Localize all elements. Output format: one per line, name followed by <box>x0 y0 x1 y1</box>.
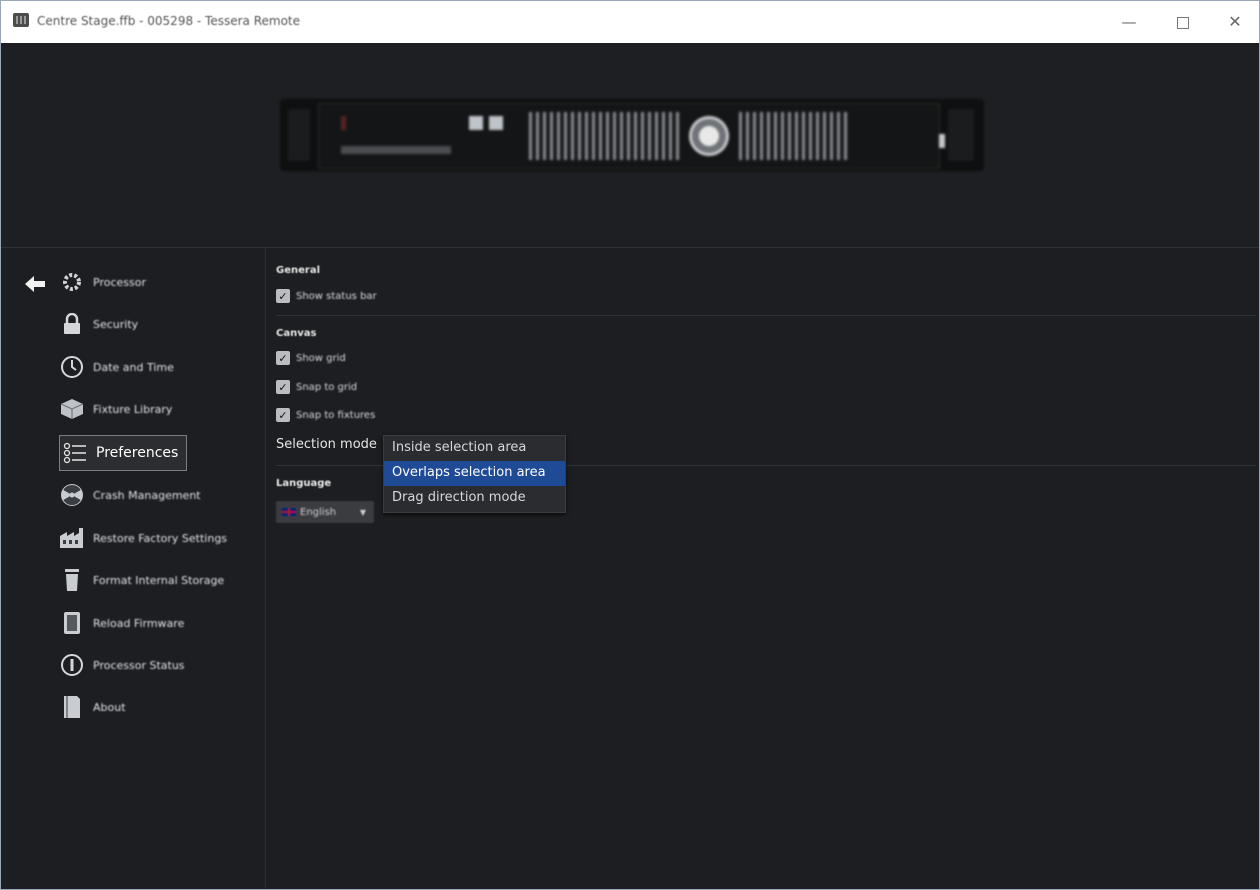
sidebar-item-about[interactable]: About <box>59 690 126 724</box>
back-button[interactable] <box>23 274 49 294</box>
maximize-icon <box>1177 17 1189 29</box>
dropdown-option-drag-direction-mode[interactable]: Drag direction mode <box>384 486 565 511</box>
dropdown-option-overlaps-selection-area[interactable]: Overlaps selection area <box>384 461 565 486</box>
sidebar-item-preferences[interactable]: Preferences <box>59 435 188 471</box>
uk-flag-icon <box>282 508 296 516</box>
processor-device-image <box>280 99 984 171</box>
show-status-bar-checkbox[interactable]: ✓ Show status bar <box>276 289 377 303</box>
info-icon <box>59 652 85 678</box>
arrow-left-icon <box>25 276 45 292</box>
preferences-panel: General ✓ Show status bar Canvas ✓ Show … <box>266 248 1259 888</box>
sidebar-item-label: Date and Time <box>93 360 174 374</box>
section-divider <box>276 315 1256 316</box>
app-icon <box>13 13 29 27</box>
device-banner <box>1 43 1259 247</box>
sidebar-item-security[interactable]: Security <box>59 307 138 341</box>
chip-icon <box>59 610 85 636</box>
chevron-down-icon: ▼ <box>359 507 366 517</box>
sidebar: Processor Security Date and Time Fixture… <box>1 248 265 888</box>
gear-icon <box>59 269 85 295</box>
close-button[interactable]: ✕ <box>1215 9 1255 35</box>
trash-icon <box>59 567 85 593</box>
sidebar-item-label: About <box>93 700 126 714</box>
sidebar-item-format-internal-storage[interactable]: Format Internal Storage <box>59 563 224 597</box>
sidebar-item-label: Restore Factory Settings <box>93 531 228 545</box>
factory-icon <box>59 525 85 551</box>
minimize-button[interactable]: — <box>1109 9 1149 35</box>
close-icon: ✕ <box>1228 12 1242 31</box>
radiation-icon <box>59 482 85 508</box>
show-grid-checkbox[interactable]: ✓ Show grid <box>276 351 346 365</box>
sidebar-item-label: Fixture Library <box>93 402 173 416</box>
canvas-heading: Canvas <box>276 328 317 339</box>
app-window: Centre Stage.ffb - 005298 - Tessera Remo… <box>0 0 1260 890</box>
sidebar-item-label: Crash Management <box>93 488 201 502</box>
sidebar-item-label: Processor Status <box>93 658 185 672</box>
selection-mode-dropdown-list: Inside selection area Overlaps selection… <box>383 435 566 513</box>
sidebar-item-crash-management[interactable]: Crash Management <box>59 478 201 512</box>
language-dropdown[interactable]: English ▼ <box>276 501 374 523</box>
lock-icon <box>59 311 85 337</box>
window-title: Centre Stage.ffb - 005298 - Tessera Remo… <box>37 14 301 28</box>
sidebar-item-label: Preferences <box>96 445 179 461</box>
sidebar-item-fixture-library[interactable]: Fixture Library <box>59 392 172 426</box>
sidebar-item-reload-firmware[interactable]: Reload Firmware <box>59 606 184 640</box>
dropdown-option-inside-selection-area[interactable]: Inside selection area <box>384 436 565 461</box>
minimize-icon: — <box>1121 13 1137 31</box>
clock-icon <box>59 354 85 380</box>
sidebar-item-restore-factory-settings[interactable]: Restore Factory Settings <box>59 521 227 555</box>
sidebar-item-label: Processor <box>93 275 146 289</box>
sidebar-item-label: Security <box>93 317 139 331</box>
snap-to-fixtures-checkbox[interactable]: ✓ Snap to fixtures <box>276 408 375 422</box>
box-icon <box>59 396 85 422</box>
sidebar-item-label: Format Internal Storage <box>93 573 225 587</box>
snap-to-grid-checkbox[interactable]: ✓ Snap to grid <box>276 380 357 394</box>
language-heading: Language <box>276 478 332 489</box>
general-heading: General <box>276 265 320 276</box>
maximize-button[interactable] <box>1163 9 1203 35</box>
check-icon: ✓ <box>276 408 290 422</box>
sidebar-item-label: Reload Firmware <box>93 616 185 630</box>
check-icon: ✓ <box>276 289 290 303</box>
list-icon <box>62 440 88 466</box>
book-icon <box>59 694 85 720</box>
sidebar-item-date-and-time[interactable]: Date and Time <box>59 350 174 384</box>
sidebar-item-processor-status[interactable]: Processor Status <box>59 648 185 682</box>
selection-mode-label: Selection mode <box>276 437 377 452</box>
check-icon: ✓ <box>276 380 290 394</box>
check-icon: ✓ <box>276 351 290 365</box>
sidebar-item-processor[interactable]: Processor <box>59 265 146 299</box>
title-bar: Centre Stage.ffb - 005298 - Tessera Remo… <box>1 1 1259 43</box>
